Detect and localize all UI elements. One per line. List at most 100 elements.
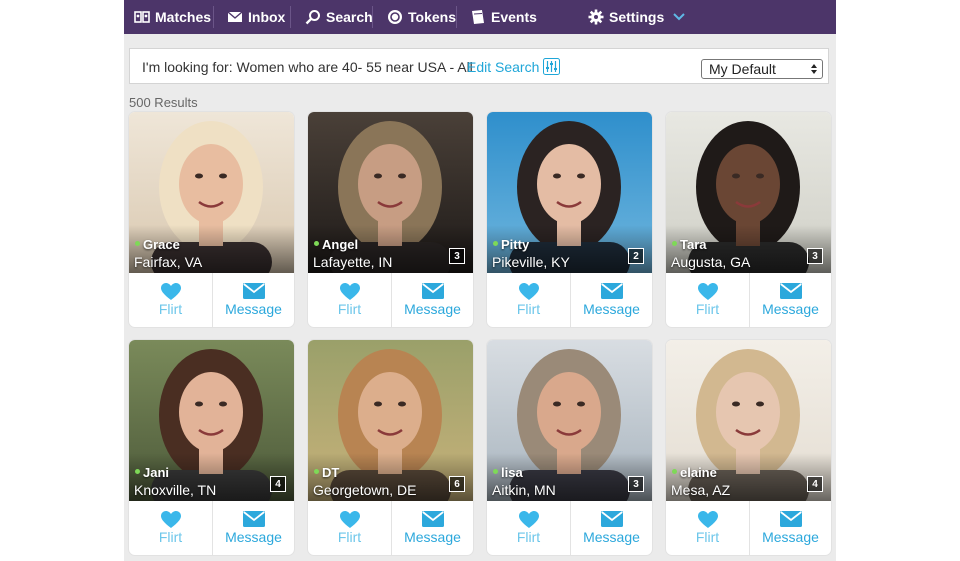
profile-card[interactable]: DT Georgetown, DE 6 Flirt Message — [308, 340, 473, 555]
envelope-icon — [227, 11, 243, 22]
online-indicator — [493, 241, 498, 246]
nav-inbox[interactable]: Inbox — [227, 0, 285, 34]
profile-name: Angel — [322, 237, 359, 252]
message-button[interactable]: Message — [392, 273, 473, 327]
ticket-icon — [472, 10, 484, 24]
flirt-label: Flirt — [516, 529, 541, 545]
envelope-icon — [600, 283, 623, 299]
flirt-button[interactable]: Flirt — [129, 501, 212, 555]
profile-photo[interactable]: Tara Augusta, GA 3 — [666, 112, 831, 273]
profile-card[interactable]: lisa Aitkin, MN 3 Flirt Message — [487, 340, 652, 555]
message-label: Message — [583, 301, 640, 317]
profile-location: Augusta, GA — [671, 254, 751, 270]
nav-settings[interactable]: Settings — [588, 0, 686, 34]
search-criteria-text: I'm looking for: Women who are 40- 55 ne… — [142, 59, 473, 75]
profile-card[interactable]: Jani Knoxville, TN 4 Flirt Message — [129, 340, 294, 555]
message-button[interactable]: Message — [392, 501, 473, 555]
photo-count-badge: 4 — [270, 476, 286, 492]
flirt-button[interactable]: Flirt — [308, 501, 391, 555]
profile-actions: Flirt Message — [666, 501, 831, 555]
message-label: Message — [225, 301, 282, 317]
profile-location: Mesa, AZ — [671, 482, 731, 498]
photo-count-badge: 3 — [449, 248, 465, 264]
message-button[interactable]: Message — [750, 501, 831, 555]
heart-icon — [339, 511, 360, 528]
profile-photo[interactable]: Grace Fairfax, VA — [129, 112, 294, 273]
token-icon — [388, 10, 402, 24]
heart-icon — [518, 511, 539, 528]
profile-card[interactable]: elaine Mesa, AZ 4 Flirt Message — [666, 340, 831, 555]
flirt-button[interactable]: Flirt — [487, 501, 570, 555]
search-icon — [305, 10, 320, 25]
envelope-icon — [779, 283, 802, 299]
profile-location: Georgetown, DE — [313, 482, 417, 498]
flirt-label: Flirt — [158, 529, 183, 545]
profile-card[interactable]: Grace Fairfax, VA Flirt Message — [129, 112, 294, 327]
online-indicator — [135, 241, 140, 246]
online-indicator — [314, 241, 319, 246]
envelope-icon — [421, 511, 444, 527]
profile-photo[interactable]: Angel Lafayette, IN 3 — [308, 112, 473, 273]
nav-divider — [456, 6, 457, 28]
flirt-button[interactable]: Flirt — [666, 501, 749, 555]
nav-search[interactable]: Search — [305, 0, 373, 34]
heart-icon — [160, 511, 181, 528]
photo-count-badge: 4 — [807, 476, 823, 492]
profile-location: Knoxville, TN — [134, 482, 217, 498]
flirt-button[interactable]: Flirt — [129, 273, 212, 327]
profile-location: Aitkin, MN — [492, 482, 556, 498]
photo-count-badge: 3 — [807, 248, 823, 264]
nav-divider — [372, 6, 373, 28]
profile-location: Lafayette, IN — [313, 254, 393, 270]
photo-count-badge: 6 — [449, 476, 465, 492]
profile-photo[interactable]: elaine Mesa, AZ 4 — [666, 340, 831, 501]
nav-matches[interactable]: Matches — [134, 0, 211, 34]
flirt-label: Flirt — [695, 301, 720, 317]
chevron-down-icon — [673, 13, 685, 21]
edit-search-link[interactable]: Edit Search — [467, 59, 539, 75]
sort-select[interactable]: My Default — [701, 59, 823, 79]
message-button[interactable]: Message — [750, 273, 831, 327]
nav-tokens[interactable]: Tokens — [387, 0, 456, 34]
profile-name: Grace — [143, 237, 180, 252]
nav-inbox-label: Inbox — [248, 9, 286, 25]
profile-name: lisa — [501, 465, 523, 480]
results-count: 500 Results — [129, 95, 198, 110]
profile-card[interactable]: Angel Lafayette, IN 3 Flirt Message — [308, 112, 473, 327]
nav-tokens-label: Tokens — [408, 9, 456, 25]
heart-icon — [160, 283, 181, 300]
sliders-icon[interactable] — [543, 58, 560, 75]
nav-divider — [213, 6, 214, 28]
profile-actions: Flirt Message — [308, 273, 473, 327]
envelope-icon — [779, 511, 802, 527]
heart-icon — [339, 283, 360, 300]
message-button[interactable]: Message — [213, 273, 294, 327]
flirt-label: Flirt — [516, 301, 541, 317]
flirt-button[interactable]: Flirt — [308, 273, 391, 327]
message-label: Message — [583, 529, 640, 545]
nav-events-label: Events — [491, 9, 537, 25]
online-indicator — [135, 469, 140, 474]
profile-photo[interactable]: DT Georgetown, DE 6 — [308, 340, 473, 501]
profile-location: Fairfax, VA — [134, 254, 203, 270]
message-button[interactable]: Message — [571, 273, 652, 327]
flirt-button[interactable]: Flirt — [666, 273, 749, 327]
message-button[interactable]: Message — [213, 501, 294, 555]
profile-card[interactable]: Tara Augusta, GA 3 Flirt Message — [666, 112, 831, 327]
profile-photo[interactable]: Pitty Pikeville, KY 2 — [487, 112, 652, 273]
online-indicator — [672, 241, 677, 246]
profile-photo[interactable]: lisa Aitkin, MN 3 — [487, 340, 652, 501]
nav-events[interactable]: Events — [470, 0, 537, 34]
profile-name: Jani — [143, 465, 170, 480]
message-label: Message — [762, 301, 819, 317]
top-nav: Matches Inbox Search Tokens Events Setti… — [124, 0, 836, 34]
nav-search-label: Search — [326, 9, 373, 25]
profile-actions: Flirt Message — [487, 273, 652, 327]
profile-photo[interactable]: Jani Knoxville, TN 4 — [129, 340, 294, 501]
app-frame: Matches Inbox Search Tokens Events Setti… — [124, 0, 836, 561]
flirt-button[interactable]: Flirt — [487, 273, 570, 327]
message-button[interactable]: Message — [571, 501, 652, 555]
select-arrows-icon — [811, 64, 817, 74]
profile-card[interactable]: Pitty Pikeville, KY 2 Flirt Message — [487, 112, 652, 327]
nav-divider — [290, 6, 291, 28]
